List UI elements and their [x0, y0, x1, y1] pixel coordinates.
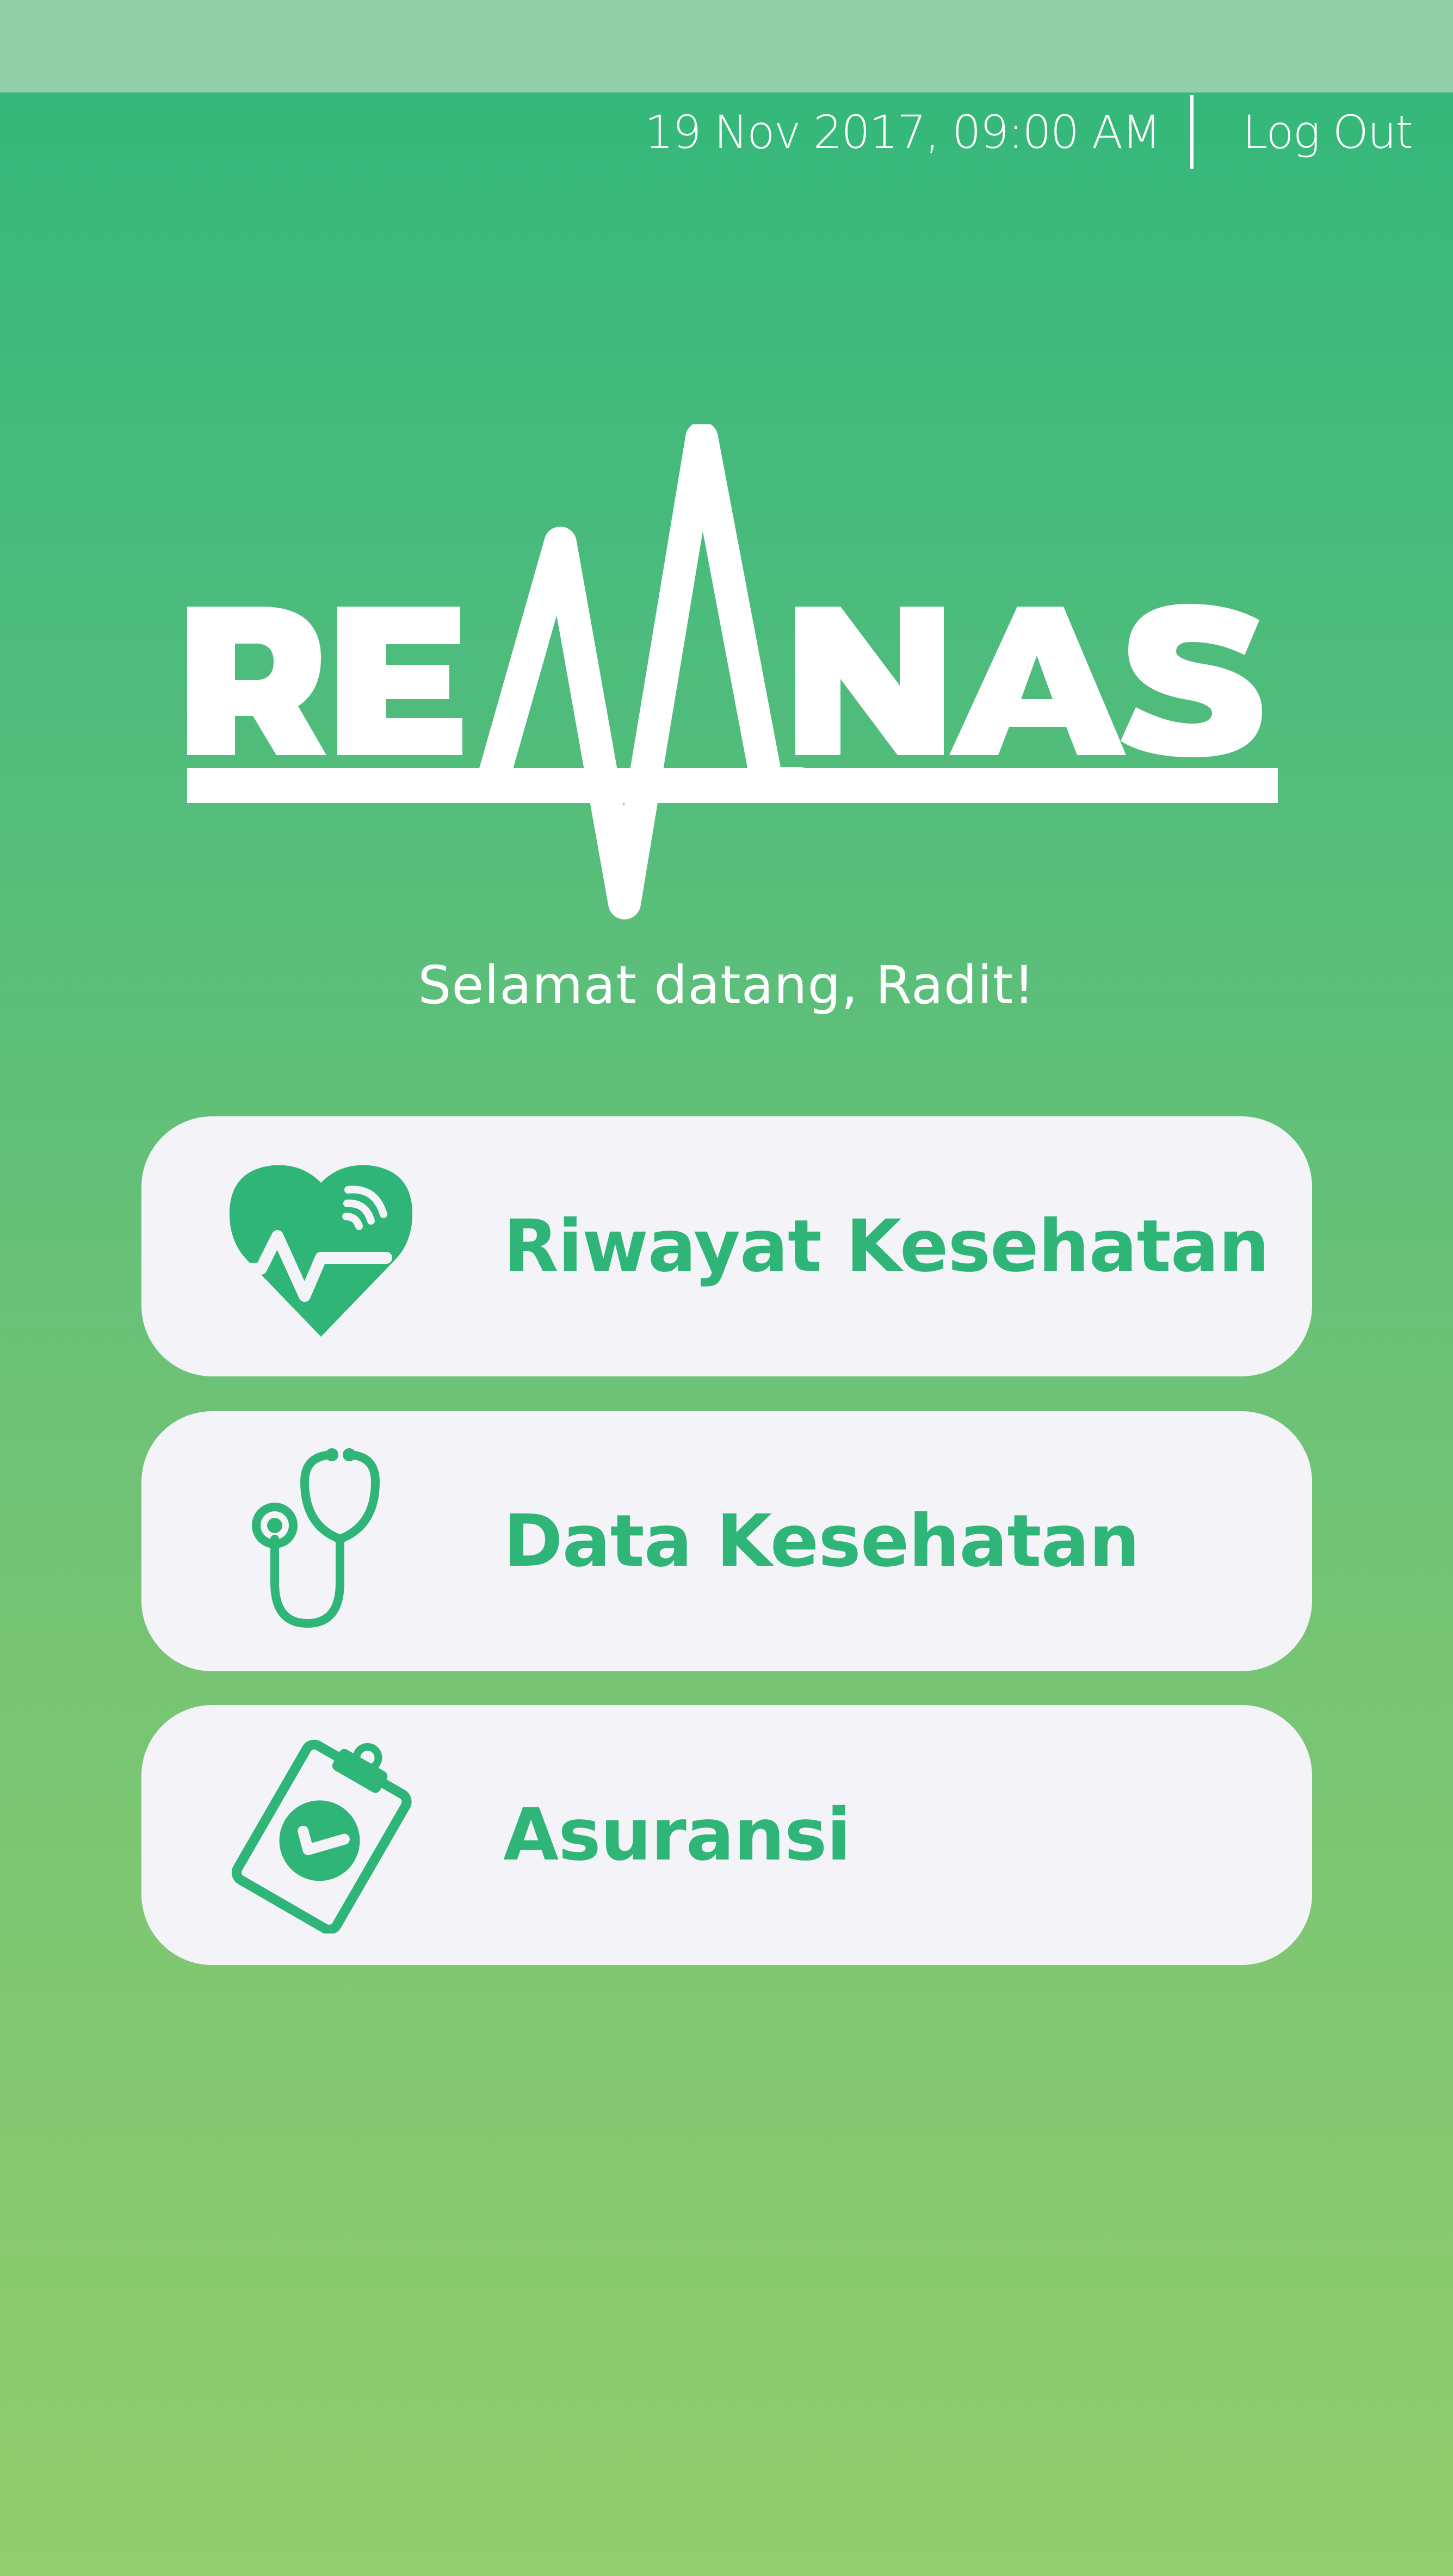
status-bar [0, 0, 1453, 92]
menu-label-data: Data Kesehatan [503, 1499, 1140, 1583]
app-logo [187, 424, 1278, 919]
data-kesehatan-button[interactable]: Data Kesehatan [141, 1411, 1312, 1671]
header-divider [1190, 95, 1194, 169]
welcome-message: Selamat datang, Radit! [418, 955, 1035, 1016]
datetime-text: 19 Nov 2017, 09:00 AM [644, 105, 1161, 159]
riwayat-kesehatan-button[interactable]: Riwayat Kesehatan [141, 1116, 1312, 1376]
clipboard-check-icon [231, 1739, 412, 1933]
heart-pulse-icon [223, 1165, 413, 1337]
asuransi-button[interactable]: Asuransi [141, 1705, 1312, 1965]
top-info-bar: 19 Nov 2017, 09:00 AM Log Out [644, 95, 1413, 169]
stethoscope-icon [252, 1448, 380, 1628]
logout-link[interactable]: Log Out [1242, 106, 1413, 159]
menu-label-riwayat: Riwayat Kesehatan [503, 1204, 1270, 1288]
menu-label-asuransi: Asuransi [503, 1793, 851, 1877]
